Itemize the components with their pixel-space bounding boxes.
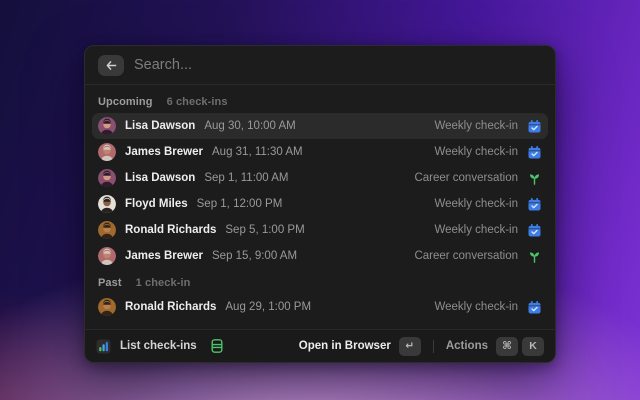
actions-key-badges: ⌘ K [496, 336, 544, 356]
footer-bar: List check-ins Open in Browser ↵ Actions… [85, 329, 555, 362]
check-in-row[interactable]: Lisa Dawson Sep 1, 11:00 AM Career conve… [92, 165, 548, 191]
calendar-check-icon [528, 223, 541, 236]
search-input[interactable] [134, 57, 542, 73]
section-title: Upcoming [98, 96, 153, 108]
command-label: List check-ins [120, 340, 197, 352]
check-in-datetime: Aug 29, 1:00 PM [225, 301, 312, 313]
check-in-row[interactable]: Floyd Miles Sep 1, 12:00 PM Weekly check… [92, 191, 548, 217]
person-name: Lisa Dawson [125, 172, 196, 184]
back-button[interactable] [98, 54, 124, 76]
key-badge[interactable]: K [522, 336, 544, 356]
key-badge[interactable]: ⌘ [496, 336, 518, 356]
person-name: Lisa Dawson [125, 120, 196, 132]
check-in-datetime: Aug 31, 11:30 AM [212, 146, 303, 158]
section-header: Upcoming 6 check-ins [92, 88, 548, 113]
person-name: Ronald Richards [125, 224, 217, 236]
footer-divider [432, 339, 434, 353]
calendar-check-icon [528, 119, 541, 132]
person-name: James Brewer [125, 250, 203, 262]
book-icon [211, 339, 223, 353]
calendar-check-icon [528, 145, 541, 158]
calendar-check-icon [528, 300, 541, 313]
return-key-badge[interactable]: ↵ [398, 336, 421, 356]
arrow-left-icon [106, 60, 116, 70]
command-palette-window: Upcoming 6 check-ins Lisa Dawson Aug 30,… [84, 45, 556, 363]
check-in-datetime: Sep 5, 1:00 PM [225, 224, 305, 236]
search-bar [85, 46, 555, 85]
section-count: 1 check-in [135, 277, 191, 289]
section-count: 6 check-ins [166, 96, 228, 108]
bar-chart-icon [96, 338, 111, 354]
avatar [98, 247, 116, 265]
check-in-datetime: Aug 30, 10:00 AM [204, 120, 296, 132]
actions-label[interactable]: Actions [446, 340, 488, 352]
check-in-type-label: Career conversation [414, 172, 518, 184]
person-name: Floyd Miles [125, 198, 188, 210]
check-in-row[interactable]: Ronald Richards Sep 5, 1:00 PM Weekly ch… [92, 217, 548, 243]
calendar-check-icon [528, 197, 541, 210]
check-in-type-label: Weekly check-in [434, 120, 518, 132]
avatar [98, 298, 116, 316]
check-in-datetime: Sep 15, 9:00 AM [212, 250, 298, 262]
avatar [98, 195, 116, 213]
check-in-type-label: Career conversation [414, 250, 518, 262]
avatar [98, 169, 116, 187]
avatar [98, 143, 116, 161]
primary-action-label: Open in Browser [298, 340, 391, 352]
check-in-row[interactable]: Ronald Richards Aug 29, 1:00 PM Weekly c… [92, 294, 548, 320]
check-in-row[interactable]: James Brewer Sep 15, 9:00 AM Career conv… [92, 243, 548, 269]
sprout-icon [530, 251, 539, 263]
check-in-row[interactable]: James Brewer Aug 31, 11:30 AM Weekly che… [92, 139, 548, 165]
sprout-icon [530, 173, 539, 185]
avatar [98, 221, 116, 239]
check-in-type-label: Weekly check-in [434, 146, 518, 158]
check-in-type-label: Weekly check-in [434, 224, 518, 236]
person-name: Ronald Richards [125, 301, 217, 313]
section-header: Past 1 check-in [92, 269, 548, 294]
results-list: Upcoming 6 check-ins Lisa Dawson Aug 30,… [85, 85, 555, 329]
check-in-type-label: Weekly check-in [434, 198, 518, 210]
section-title: Past [98, 277, 122, 289]
check-in-datetime: Sep 1, 12:00 PM [196, 198, 283, 210]
avatar [98, 117, 116, 135]
check-in-row[interactable]: Lisa Dawson Aug 30, 10:00 AM Weekly chec… [92, 113, 548, 139]
check-in-type-label: Weekly check-in [434, 301, 518, 313]
check-in-datetime: Sep 1, 11:00 AM [204, 172, 289, 184]
person-name: James Brewer [125, 146, 203, 158]
